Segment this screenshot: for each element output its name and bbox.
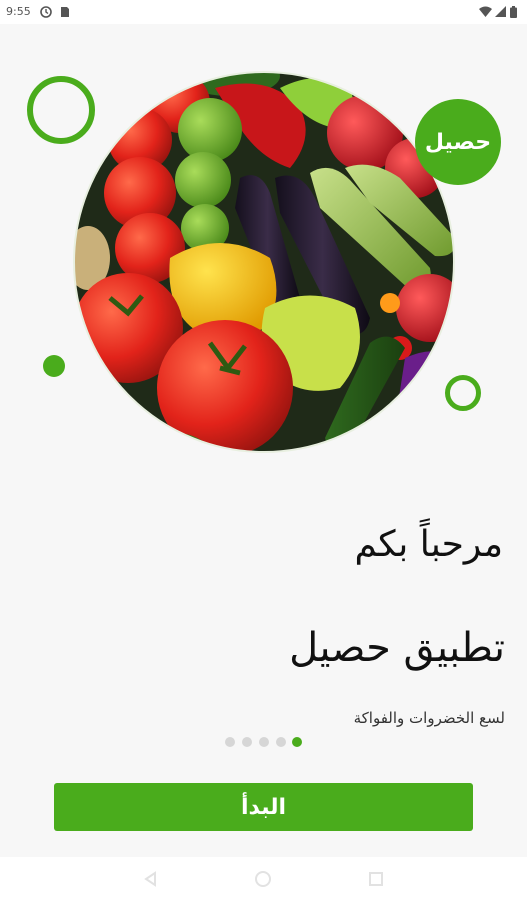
recents-icon[interactable] <box>367 870 385 888</box>
page-dot-2[interactable] <box>242 737 252 747</box>
brand-badge-label: حصيل <box>424 129 492 155</box>
page-dot-3[interactable] <box>259 737 269 747</box>
home-icon[interactable] <box>254 870 272 888</box>
status-time: 9:55 <box>6 5 31 18</box>
sync-icon <box>40 6 52 18</box>
vegetables-illustration <box>73 71 455 453</box>
brand-badge: حصيل <box>415 99 501 185</box>
battery-icon <box>510 6 517 18</box>
app-name-heading: تطبيق حصيل <box>289 625 505 671</box>
cellular-icon <box>495 6 506 17</box>
sim-card-icon <box>61 7 69 17</box>
back-icon[interactable] <box>142 870 160 888</box>
decorative-dot <box>43 355 65 377</box>
page-dot-5-active[interactable] <box>292 737 302 747</box>
system-nav-bar <box>0 857 527 900</box>
hero-image <box>70 68 458 456</box>
subtitle-text: لسع الخضروات والفواكة <box>353 709 505 727</box>
welcome-heading: مرحباً بكم <box>354 524 503 565</box>
start-button[interactable]: البدأ <box>54 783 473 831</box>
wifi-icon <box>479 6 492 17</box>
page-dot-4[interactable] <box>276 737 286 747</box>
status-bar: 9:55 <box>0 0 527 24</box>
page-dot-1[interactable] <box>225 737 235 747</box>
